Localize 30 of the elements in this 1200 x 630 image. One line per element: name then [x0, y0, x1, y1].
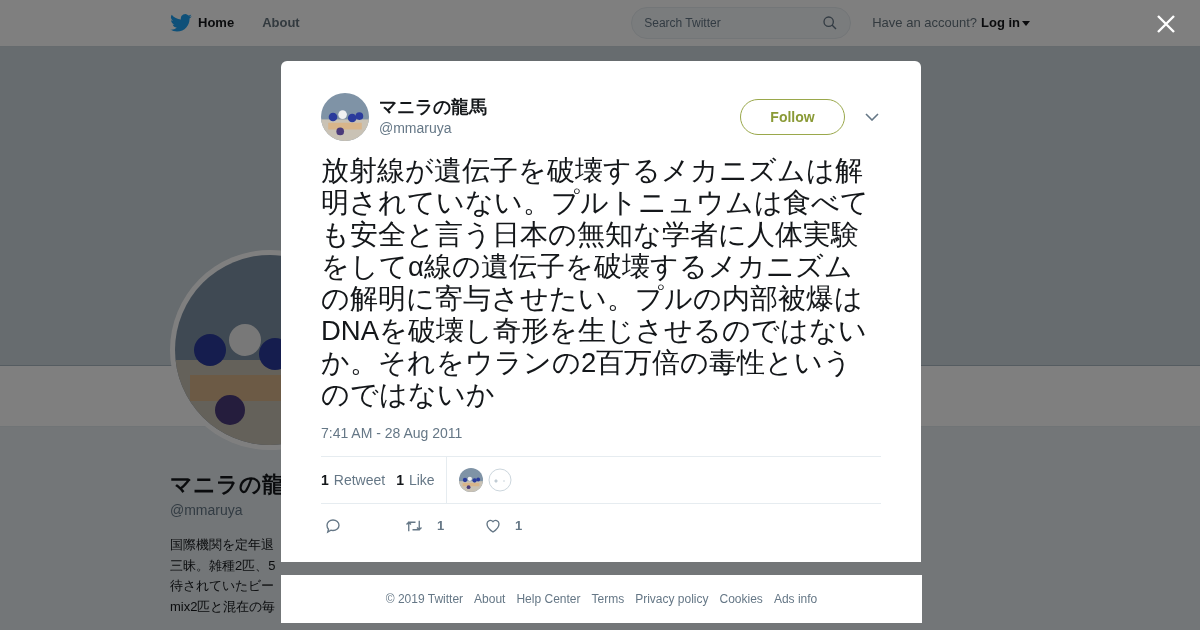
stat-link[interactable]: 1 Retweet [321, 469, 386, 491]
reply-icon[interactable] [324, 516, 342, 535]
footer-link[interactable]: Terms [591, 590, 625, 608]
login-button[interactable]: Log in [981, 13, 1030, 33]
action-count: 1 [437, 517, 445, 535]
profile-handle: @mmaruya [170, 501, 243, 520]
stat-link[interactable]: 1 Like [396, 469, 435, 491]
search-icon[interactable] [822, 15, 839, 31]
tweet-timestamp[interactable]: 7:41 AM - 28 Aug 2011 [321, 423, 881, 444]
bio-line: 三昧。雑種2匹、5 [170, 556, 276, 575]
nav-link[interactable]: About [262, 13, 300, 33]
action-count: 1 [515, 517, 523, 535]
search-field[interactable]: Search Twitter [644, 14, 823, 32]
account-prompt: Have an account? [872, 14, 977, 33]
author-handle[interactable]: @mmaruya [379, 118, 740, 138]
bio-line: 待されていたビー [170, 577, 274, 595]
search-bar[interactable]: Search Twitter [631, 7, 852, 39]
nav-link[interactable]: Home [198, 13, 235, 33]
footer-link[interactable]: About [474, 590, 506, 608]
bio-line: mix2匹と混在の毎 [170, 597, 276, 616]
footer-link[interactable]: Privacy policy [635, 590, 709, 608]
footer-link[interactable]: © 2019 Twitter [385, 590, 464, 608]
footer-link[interactable]: Cookies [719, 590, 763, 608]
bio-line: 国際機関を定年退 [170, 536, 274, 554]
footer-link[interactable]: Help Center [516, 590, 581, 608]
footer-link[interactable]: Ads info [773, 590, 818, 608]
tweet-text: 放射線が遺伝子を破壊するメカニズムは解明されていない。プルトニュウムは食べても安全と言う日本の無知な学者に人体実験をしてα線の遺伝子を破壊するメカニズムの解明に寄与させたい。プルの内部被爆はDNAを破壊し奇形を生じさせるのではないか。それをウランの2百万倍の毒性というのではないか [321, 155, 870, 411]
caret-icon [1022, 20, 1030, 26]
author-name[interactable]: マニラの龍馬 [379, 96, 740, 118]
chevron-down-icon[interactable] [865, 113, 879, 121]
